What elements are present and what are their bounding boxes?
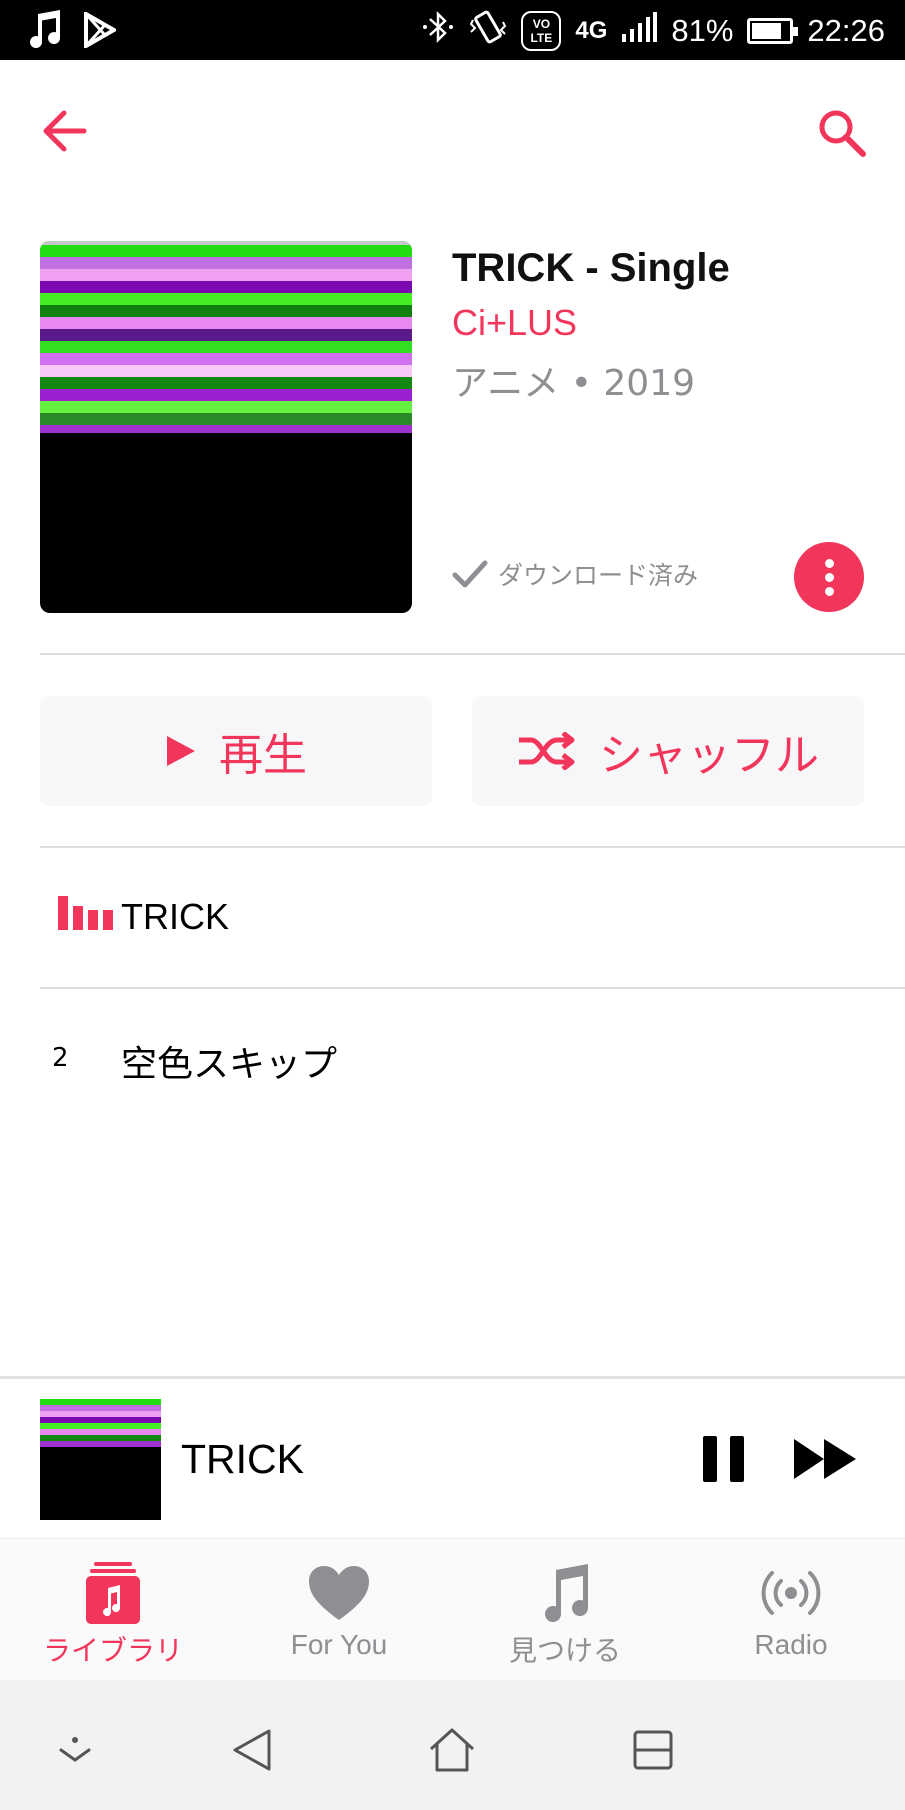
track-row[interactable]: TRICK <box>0 848 905 986</box>
heart-icon <box>307 1561 371 1625</box>
system-nav-bar <box>0 1680 905 1810</box>
search-icon <box>819 110 866 157</box>
battery-percent: 81% <box>671 13 734 48</box>
play-button[interactable]: 再生 <box>40 696 432 806</box>
track-number: 2 <box>52 1043 69 1073</box>
shuffle-icon <box>519 732 575 770</box>
header <box>0 60 905 200</box>
tab-bar: ライブラリ For You 見つける Radio <box>0 1538 905 1680</box>
search-button[interactable] <box>815 106 871 162</box>
album-title: TRICK - Single <box>452 246 730 290</box>
tab-label: For You <box>290 1629 388 1660</box>
play-icon <box>167 736 195 766</box>
more-dot <box>824 586 834 596</box>
track-title: TRICK <box>121 896 229 937</box>
fast-forward-icon <box>794 1439 856 1479</box>
tab-label: 見つける <box>508 1635 621 1666</box>
shuffle-label: シャッフル <box>599 730 819 781</box>
arrow-left-icon <box>43 110 87 152</box>
bluetooth-icon <box>421 9 455 53</box>
play-label: 再生 <box>219 730 307 781</box>
divider <box>40 653 905 655</box>
downloaded-label: ダウンロード済み <box>498 561 699 590</box>
nav-recents-button[interactable] <box>623 1720 683 1780</box>
home-icon <box>429 1728 475 1772</box>
track-title: 空色スキップ <box>121 1043 338 1084</box>
fast-forward-button[interactable] <box>792 1437 858 1481</box>
album-genre-year: アニメ • 2019 <box>452 363 696 404</box>
album-artist-link[interactable]: Ci+LUS <box>452 302 577 344</box>
radio-icon <box>759 1561 823 1625</box>
chevron-down-icon <box>59 1737 91 1762</box>
album-artwork <box>40 241 412 613</box>
tab-label: ライブラリ <box>42 1635 183 1666</box>
nav-home-button[interactable] <box>422 1720 482 1780</box>
pause-bar <box>703 1436 717 1482</box>
battery-icon <box>747 18 799 44</box>
mini-player-title: TRICK <box>181 1436 304 1482</box>
more-options-button[interactable] <box>794 542 864 612</box>
mini-player[interactable]: TRICK <box>0 1376 905 1538</box>
network-type: 4G <box>575 17 608 44</box>
nav-back-button[interactable] <box>222 1720 282 1780</box>
vibrate-icon <box>469 8 507 54</box>
now-playing-bars-icon <box>58 896 113 930</box>
play-store-icon <box>84 10 119 52</box>
volte-icon: VO LTE <box>521 11 562 51</box>
tab-browse[interactable]: 見つける <box>452 1539 678 1681</box>
tab-label: Radio <box>754 1629 828 1660</box>
shuffle-button[interactable]: シャッフル <box>472 696 864 806</box>
pause-bar <box>730 1436 744 1482</box>
signal-icon <box>621 12 658 50</box>
status-bar: VO LTE 4G 81% 22:26 <box>0 0 905 60</box>
library-icon <box>81 1561 145 1625</box>
track-row[interactable]: 2 空色スキップ <box>0 989 905 1127</box>
recents-icon <box>633 1730 673 1770</box>
clock: 22:26 <box>807 13 885 48</box>
back-button[interactable] <box>40 106 100 156</box>
pause-button[interactable] <box>703 1436 745 1482</box>
downloaded-status: ダウンロード済み <box>452 556 698 592</box>
checkmark-icon <box>452 560 488 588</box>
music-note-icon <box>26 10 62 54</box>
more-dot <box>824 558 834 568</box>
tab-radio[interactable]: Radio <box>678 1539 904 1681</box>
mini-player-artwork <box>40 1399 161 1520</box>
tab-library[interactable]: ライブラリ <box>0 1539 226 1681</box>
more-dot <box>824 572 834 582</box>
tab-for-you[interactable]: For You <box>226 1539 452 1681</box>
triangle-back-icon <box>233 1729 271 1771</box>
music-note-icon <box>533 1561 597 1625</box>
nav-hide-button[interactable] <box>45 1720 105 1780</box>
